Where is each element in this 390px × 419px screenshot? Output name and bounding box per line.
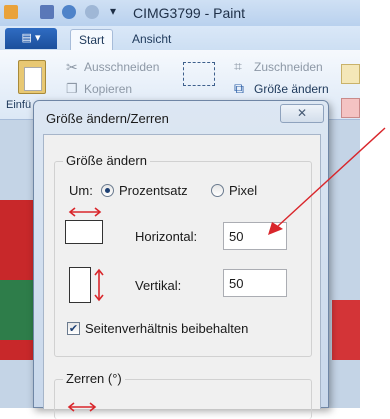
keep-ratio-checkbox[interactable]: ✔ bbox=[67, 322, 80, 335]
horizontal-arrow-icon bbox=[68, 207, 102, 217]
close-button[interactable]: ✕ bbox=[280, 104, 324, 123]
resize-by-label: Um: bbox=[69, 183, 93, 198]
cut-button[interactable]: Ausschneiden bbox=[84, 60, 159, 74]
tab-start[interactable]: Start bbox=[70, 29, 114, 50]
skew-group-title: Zerren (°) bbox=[63, 371, 125, 386]
resize-button[interactable]: Größe ändern bbox=[254, 82, 329, 96]
horizontal-label: Horizontal: bbox=[135, 229, 198, 244]
vertical-arrow-icon bbox=[94, 268, 104, 302]
ribbon-tab-bar: ▤ ▾ Start Ansicht bbox=[0, 26, 360, 50]
paste-icon[interactable] bbox=[18, 60, 46, 94]
paint-app-icon bbox=[4, 5, 18, 19]
file-menu-button[interactable]: ▤ ▾ bbox=[5, 28, 57, 49]
resize-group-title: Größe ändern bbox=[63, 153, 150, 168]
background-margin bbox=[360, 0, 390, 408]
save-icon[interactable] bbox=[40, 5, 54, 19]
percent-radio-label[interactable]: Prozentsatz bbox=[119, 183, 188, 198]
resize-icon: ⧉ bbox=[234, 80, 244, 96]
select-tool-icon[interactable] bbox=[183, 62, 215, 86]
pencil-icon[interactable] bbox=[341, 64, 360, 84]
percent-radio[interactable] bbox=[101, 184, 114, 197]
resize-group: Größe ändern Um: Prozentsatz Pixel Horiz… bbox=[54, 153, 312, 357]
pixel-radio[interactable] bbox=[211, 184, 224, 197]
window-titlebar: ▾ CIMG3799 - Paint bbox=[0, 0, 360, 26]
vertical-label: Vertikal: bbox=[135, 278, 182, 293]
horizontal-resize-box bbox=[65, 220, 103, 244]
resize-skew-dialog: Größe ändern/Zerren ✕ Größe ändern Um: P… bbox=[33, 100, 329, 419]
horizontal-skew-icon bbox=[67, 402, 97, 412]
pixel-radio-label[interactable]: Pixel bbox=[229, 183, 257, 198]
crop-button[interactable]: Zuschneiden bbox=[254, 60, 323, 74]
dialog-body: Größe ändern Um: Prozentsatz Pixel Horiz… bbox=[43, 134, 321, 419]
vertical-resize-box bbox=[69, 267, 91, 303]
redo-icon[interactable] bbox=[85, 5, 99, 19]
skew-group: Zerren (°) bbox=[54, 371, 312, 419]
dialog-title: Größe ändern/Zerren bbox=[46, 111, 169, 126]
paste-button-label[interactable]: Einfü bbox=[6, 99, 31, 111]
copy-icon: ❐ bbox=[66, 81, 78, 96]
copy-button[interactable]: Kopieren bbox=[84, 82, 132, 96]
eraser-icon[interactable] bbox=[341, 98, 360, 118]
horizontal-input[interactable]: 50 bbox=[223, 222, 287, 250]
window-title: CIMG3799 - Paint bbox=[133, 5, 246, 21]
undo-icon[interactable] bbox=[62, 5, 76, 19]
crop-icon: ⌗ bbox=[234, 58, 242, 74]
keep-ratio-label[interactable]: Seitenverhältnis beibehalten bbox=[85, 321, 248, 336]
tab-ansicht[interactable]: Ansicht bbox=[124, 29, 179, 50]
quick-access-dropdown-icon[interactable]: ▾ bbox=[110, 4, 116, 18]
photo-region bbox=[332, 300, 360, 360]
vertical-input[interactable]: 50 bbox=[223, 269, 287, 297]
scissors-icon: ✂ bbox=[66, 59, 78, 75]
